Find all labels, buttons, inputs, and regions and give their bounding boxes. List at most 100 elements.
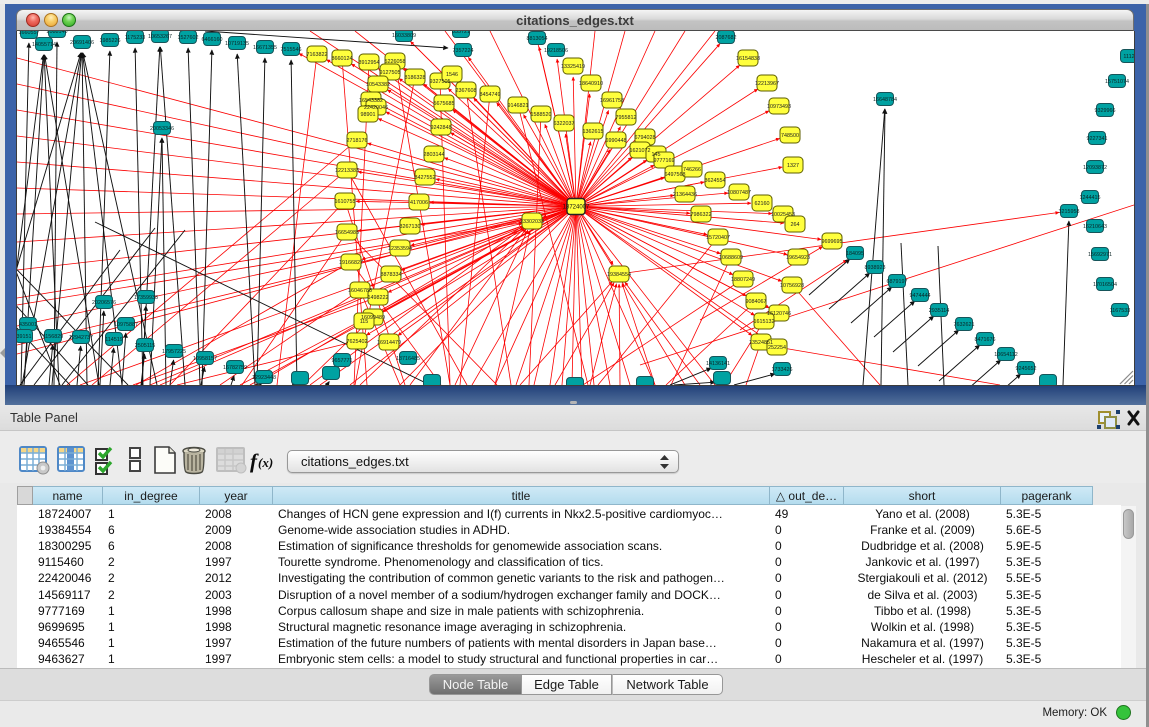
svg-text:1621072: 1621072 <box>630 148 651 154</box>
svg-text:10756928: 10756928 <box>780 283 804 289</box>
svg-text:16033809: 16033809 <box>392 33 416 39</box>
svg-text:7632621: 7632621 <box>954 322 975 328</box>
svg-text:6990448: 6990448 <box>606 138 627 144</box>
svg-text:9657771: 9657771 <box>332 358 353 364</box>
svg-text:98901: 98901 <box>361 112 376 118</box>
svg-text:1112: 1112 <box>1123 54 1134 60</box>
svg-text:22420046: 22420046 <box>364 105 388 111</box>
svg-text:1610755: 1610755 <box>335 199 356 205</box>
svg-text:(x): (x) <box>258 455 273 470</box>
svg-text:8878334: 8878334 <box>381 272 402 278</box>
svg-text:7625402: 7625402 <box>347 339 368 345</box>
svg-text:2088140: 2088140 <box>47 31 68 35</box>
svg-text:23302033: 23302033 <box>520 219 544 225</box>
svg-text:1546: 1546 <box>446 72 458 78</box>
svg-text:9474444: 9474444 <box>910 293 931 299</box>
svg-text:9146821: 9146821 <box>508 103 529 109</box>
svg-text:2505115: 2505115 <box>135 343 156 349</box>
svg-text:16210643: 16210643 <box>1083 224 1107 230</box>
svg-text:16914479: 16914479 <box>377 340 401 346</box>
svg-text:10543382: 10543382 <box>366 82 390 88</box>
svg-text:14055714: 14055714 <box>32 42 56 48</box>
svg-text:17359938: 17359938 <box>134 295 158 301</box>
svg-text:8427552: 8427552 <box>415 175 436 181</box>
svg-text:14136141: 14136141 <box>706 361 730 367</box>
svg-text:3215958: 3215958 <box>1059 209 1080 215</box>
svg-text:6466160: 6466160 <box>202 37 223 43</box>
svg-text:746266: 746266 <box>683 167 701 173</box>
svg-text:16120746: 16120746 <box>767 311 791 317</box>
svg-text:6879197: 6879197 <box>887 279 908 285</box>
svg-text:2087682: 2087682 <box>716 35 737 41</box>
svg-text:8660124: 8660124 <box>332 56 353 62</box>
svg-text:10025453: 10025453 <box>771 212 795 218</box>
svg-text:8813054: 8813054 <box>527 36 548 42</box>
svg-text:16782759: 16782759 <box>223 365 247 371</box>
svg-text:9699695: 9699695 <box>822 239 843 245</box>
svg-text:8454749: 8454749 <box>480 92 501 98</box>
svg-text:2803144: 2803144 <box>424 152 445 158</box>
svg-text:7986322: 7986322 <box>691 212 712 218</box>
svg-text:1660557: 1660557 <box>19 31 40 36</box>
svg-text:16543382: 16543382 <box>359 98 383 104</box>
svg-text:12213383: 12213383 <box>335 168 359 174</box>
svg-text:15692971: 15692971 <box>1088 252 1112 258</box>
svg-text:19166827: 19166827 <box>339 260 363 266</box>
svg-text:9227341: 9227341 <box>1087 136 1108 142</box>
svg-text:17016504: 17016504 <box>1093 282 1117 288</box>
svg-text:1615132: 1615132 <box>754 319 775 325</box>
svg-text:13325419: 13325419 <box>561 64 585 70</box>
svg-text:18807249: 18807249 <box>731 277 755 283</box>
svg-text:184095: 184095 <box>846 251 864 257</box>
svg-text:7163822: 7163822 <box>307 52 328 58</box>
svg-text:7357224: 7357224 <box>453 48 474 54</box>
svg-text:19218506: 19218506 <box>544 48 568 54</box>
svg-text:1527602: 1527602 <box>178 35 199 41</box>
svg-text:16046788: 16046788 <box>348 288 372 294</box>
svg-text:10719135: 10719135 <box>225 41 249 47</box>
svg-text:16961758: 16961758 <box>600 98 624 104</box>
svg-text:10958157: 10958157 <box>193 356 217 362</box>
svg-text:435001: 435001 <box>19 322 37 328</box>
svg-text:1327: 1327 <box>787 163 799 169</box>
svg-text:62160: 62160 <box>755 201 770 207</box>
svg-text:12923448: 12923448 <box>252 375 276 381</box>
svg-text:12942737: 12942737 <box>69 335 93 341</box>
svg-text:7955812: 7955812 <box>616 115 637 121</box>
svg-text:9777169: 9777169 <box>654 158 675 164</box>
svg-text:16154838: 16154838 <box>736 56 760 62</box>
svg-text:10688609: 10688609 <box>719 255 743 261</box>
svg-text:20053346: 20053346 <box>150 126 174 132</box>
svg-text:115: 115 <box>360 319 369 325</box>
svg-text:1498222: 1498222 <box>368 295 389 301</box>
svg-text:5226058: 5226058 <box>385 59 406 65</box>
svg-text:1244415: 1244415 <box>1080 195 1101 201</box>
svg-text:3624554: 3624554 <box>705 178 726 184</box>
svg-text:2718176: 2718176 <box>347 138 368 144</box>
svg-text:114519: 114519 <box>105 337 123 343</box>
svg-text:1588520: 1588520 <box>531 112 552 118</box>
svg-text:2935114: 2935114 <box>929 308 950 314</box>
svg-text:9329966: 9329966 <box>1095 108 1116 114</box>
svg-text:835721: 835721 <box>452 31 470 35</box>
svg-text:9127505: 9127505 <box>380 70 401 76</box>
svg-text:2367608: 2367608 <box>456 88 477 94</box>
svg-text:6322037: 6322037 <box>554 121 575 127</box>
svg-text:15720407: 15720407 <box>706 235 730 241</box>
svg-text:6794028: 6794028 <box>635 135 656 141</box>
svg-text:748500: 748500 <box>781 133 799 139</box>
svg-text:16671355: 16671355 <box>253 45 277 51</box>
svg-text:19654923: 19654923 <box>786 255 810 261</box>
svg-text:15751074: 15751074 <box>1105 79 1129 85</box>
svg-text:1733426: 1733426 <box>772 367 793 373</box>
svg-text:10654112: 10654112 <box>994 352 1018 358</box>
svg-text:8186328: 8186328 <box>405 75 426 81</box>
svg-text:10653267: 10653267 <box>148 34 172 40</box>
svg-text:9084067: 9084067 <box>746 299 767 305</box>
svg-text:10973493: 10973493 <box>767 104 791 110</box>
svg-text:19384554: 19384554 <box>607 272 631 278</box>
svg-text:20691406: 20691406 <box>70 40 94 46</box>
svg-text:39151: 39151 <box>17 334 32 340</box>
svg-text:16648784: 16648784 <box>873 97 897 103</box>
svg-text:3912954: 3912954 <box>359 60 380 66</box>
